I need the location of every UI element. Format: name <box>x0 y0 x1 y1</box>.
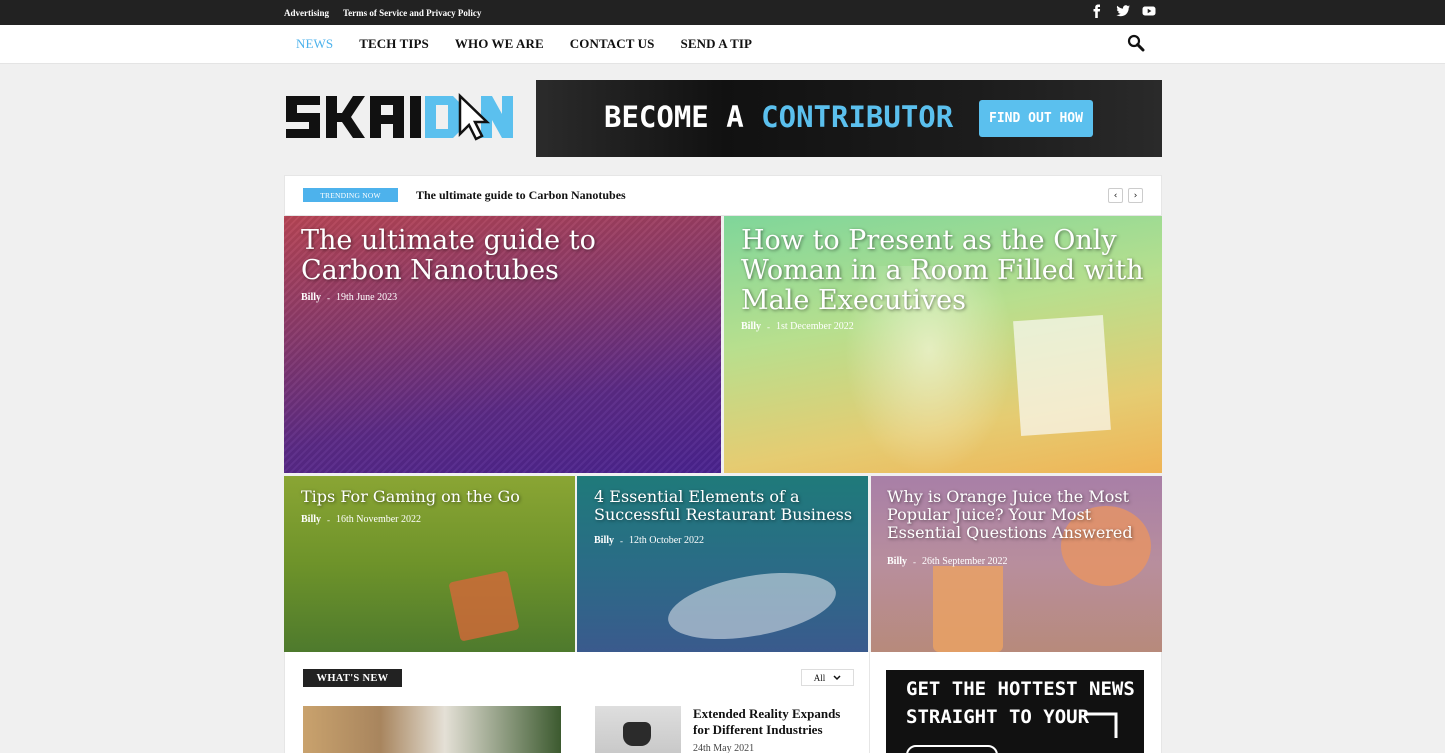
facebook-icon[interactable] <box>1089 3 1105 19</box>
youtube-icon[interactable] <box>1141 3 1157 19</box>
promo-button-outline[interactable] <box>906 745 998 753</box>
post-date: 1st December 2022 <box>776 321 854 332</box>
featured-post-2[interactable]: How to Present as the Only Woman in a Ro… <box>724 216 1162 473</box>
newsletter-promo[interactable]: GET THE HOTTEST NEWS STRAIGHT TO YOUR <box>886 670 1144 753</box>
post-title[interactable]: The ultimate guide to Carbon Nanotubes <box>301 225 701 286</box>
main-nav: NEWS TECH TIPS WHO WE ARE CONTACT US SEN… <box>0 25 1445 64</box>
post-title[interactable]: Why is Orange Juice the Most Popular Jui… <box>887 488 1157 542</box>
featured-post-1[interactable]: The ultimate guide to Carbon Nanotubes B… <box>284 216 721 473</box>
post-date: 16th November 2022 <box>336 514 422 525</box>
post-title[interactable]: How to Present as the Only Woman in a Ro… <box>741 225 1146 317</box>
post-title[interactable]: 4 Essential Elements of a Successful Res… <box>594 488 859 524</box>
trending-arrows: ‹ › <box>1108 188 1143 203</box>
post-date: 19th June 2023 <box>336 292 398 303</box>
contributor-banner[interactable]: BECOME A CONTRIBUTOR FIND OUT HOW <box>536 80 1162 157</box>
social-links <box>1089 3 1157 19</box>
post-meta: Billy - 12th October 2022 <box>594 535 705 546</box>
nav-item-news[interactable]: NEWS <box>296 36 333 52</box>
post-author[interactable]: Billy <box>594 535 614 546</box>
find-out-how-button[interactable]: FIND OUT HOW <box>979 100 1093 137</box>
promo-line-1: GET THE HOTTEST NEWS <box>906 678 1135 700</box>
trending-bar: TRENDING NOW The ultimate guide to Carbo… <box>284 175 1162 216</box>
nav-item-tech-tips[interactable]: TECH TIPS <box>359 36 429 52</box>
twitter-icon[interactable] <box>1115 3 1131 19</box>
top-bar: Advertising Terms of Service and Privacy… <box>0 0 1445 25</box>
post-meta: Billy - 16th November 2022 <box>301 514 422 525</box>
trending-badge: TRENDING NOW <box>303 188 398 202</box>
post-date: 26th September 2022 <box>922 556 1008 567</box>
post-author[interactable]: Billy <box>887 556 907 567</box>
whats-new-heading: WHAT'S NEW <box>303 669 402 687</box>
banner-headline: BECOME A CONTRIBUTOR <box>604 100 954 134</box>
nav-item-send-a-tip[interactable]: SEND A TIP <box>680 36 752 52</box>
promo-line-2: STRAIGHT TO YOUR <box>906 706 1090 728</box>
search-icon[interactable] <box>1127 34 1145 52</box>
post-author[interactable]: Billy <box>741 321 761 332</box>
featured-post-5[interactable]: Why is Orange Juice the Most Popular Jui… <box>871 476 1162 652</box>
corner-arrow-icon <box>1084 712 1118 738</box>
terms-link[interactable]: Terms of Service and Privacy Policy <box>343 8 481 18</box>
post-author[interactable]: Billy <box>301 292 321 303</box>
filter-value: All <box>813 672 826 683</box>
post-meta: Billy - 26th September 2022 <box>887 556 1008 567</box>
nav-item-who-we-are[interactable]: WHO WE ARE <box>455 36 544 52</box>
chevron-right-icon[interactable]: › <box>1128 188 1143 203</box>
post-title[interactable]: Tips For Gaming on the Go <box>301 488 566 506</box>
post-meta: Billy - 1st December 2022 <box>741 321 854 332</box>
site-logo[interactable] <box>284 88 517 146</box>
post-thumbnail[interactable] <box>595 706 681 753</box>
chevron-left-icon[interactable]: ‹ <box>1108 188 1123 203</box>
featured-post-4[interactable]: 4 Essential Elements of a Successful Res… <box>577 476 868 652</box>
nav-menu: NEWS TECH TIPS WHO WE ARE CONTACT US SEN… <box>296 25 778 63</box>
post-thumbnail[interactable] <box>303 706 561 753</box>
featured-post-3[interactable]: Tips For Gaming on the Go Billy - 16th N… <box>284 476 575 652</box>
post-title[interactable]: Extended Reality Expands for Different I… <box>693 706 853 737</box>
trending-title[interactable]: The ultimate guide to Carbon Nanotubes <box>416 188 626 203</box>
category-filter[interactable]: All <box>801 669 854 686</box>
top-links: Advertising Terms of Service and Privacy… <box>284 0 481 25</box>
post-author[interactable]: Billy <box>301 514 321 525</box>
chevron-down-icon <box>833 674 841 680</box>
post-date: 12th October 2022 <box>629 535 705 546</box>
post-date: 24th May 2021 <box>693 743 755 753</box>
post-meta: Billy - 19th June 2023 <box>301 292 398 303</box>
nav-item-contact-us[interactable]: CONTACT US <box>570 36 655 52</box>
column-divider <box>869 652 870 753</box>
advertising-link[interactable]: Advertising <box>284 8 329 18</box>
